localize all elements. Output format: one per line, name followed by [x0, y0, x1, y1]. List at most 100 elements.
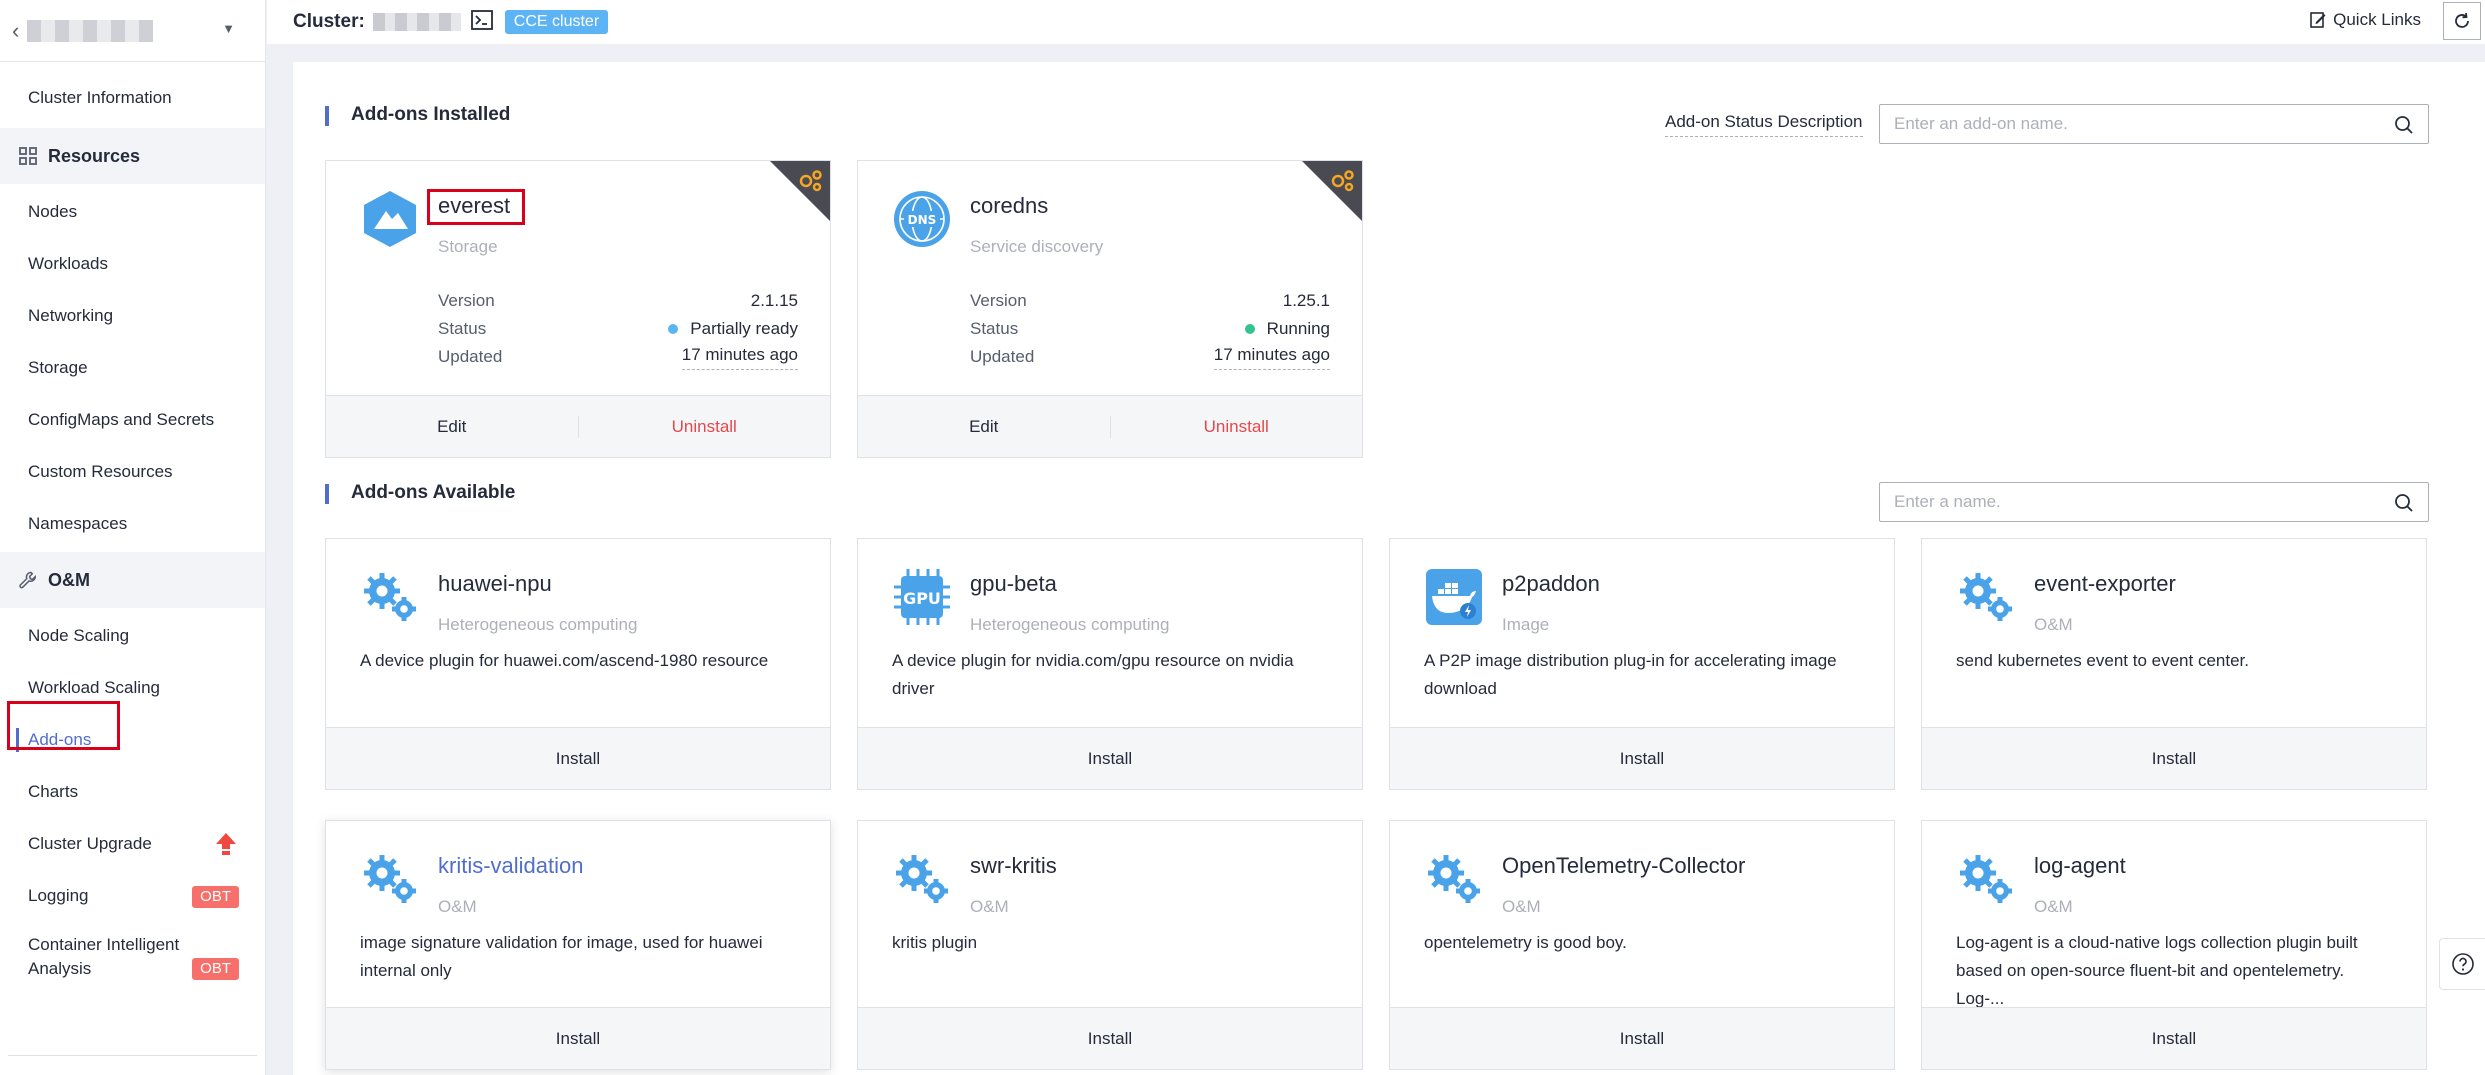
install-button[interactable]: Install — [326, 1029, 830, 1049]
obt-badge: OBT — [192, 886, 239, 908]
available-addon-card-huawei-npu[interactable]: huawei-npu Heterogeneous computing A devic… — [325, 538, 831, 790]
cluster-name-redacted — [27, 19, 154, 42]
addon-category: O&M — [970, 897, 1009, 916]
svg-text:DNS: DNS — [908, 213, 937, 227]
gears-icon — [892, 849, 952, 909]
addon-category: O&M — [2034, 615, 2073, 634]
meta-version-row: Version 1.25.1 — [970, 291, 1330, 310]
addon-category: Heterogeneous computing — [438, 615, 638, 634]
sidebar-group-resources[interactable]: Resources — [0, 128, 265, 184]
install-button[interactable]: Install — [1390, 749, 1894, 769]
chevron-left-icon[interactable]: ‹ — [12, 19, 19, 42]
meta-status-row: Status Running — [970, 319, 1330, 338]
dns-globe-icon: DNS — [892, 189, 952, 249]
addon-name: log-agent — [2034, 853, 2126, 878]
uninstall-button[interactable]: Uninstall — [1111, 417, 1363, 437]
addon-description: A device plugin for nvidia.com/gpu resou… — [892, 651, 1294, 698]
sidebar-group-om[interactable]: O&M — [0, 552, 265, 608]
install-button[interactable]: Install — [1922, 749, 2426, 769]
gears-icon — [1956, 567, 2016, 627]
install-button[interactable]: Install — [1922, 1029, 2426, 1049]
sidebar-item-nodes[interactable]: Nodes — [0, 186, 265, 238]
sidebar-item-networking[interactable]: Networking — [0, 290, 265, 342]
topbar: Cluster: CCE cluster Quick Links — [267, 0, 2485, 44]
meta-version-row: Version 2.1.15 — [438, 291, 798, 310]
edit-note-icon — [2310, 12, 2326, 28]
mountain-storage-icon — [360, 189, 420, 249]
addon-description: image signature validation for image, us… — [360, 933, 763, 980]
search-icon[interactable] — [2394, 493, 2414, 513]
installed-addon-card-everest[interactable]: everest Storage Version 2.1.15 Status Part… — [325, 160, 831, 458]
install-button[interactable]: Install — [1390, 1029, 1894, 1049]
status-dot — [1244, 324, 1255, 334]
addon-category: O&M — [2034, 897, 2073, 916]
install-button[interactable]: Install — [326, 749, 830, 769]
installed-corner-badge — [1302, 161, 1362, 221]
caret-down-icon[interactable]: ▼ — [222, 21, 235, 36]
terminal-icon[interactable] — [470, 9, 493, 35]
gears-icon — [1956, 849, 2016, 909]
sidebar-item-logging[interactable]: Logging OBT — [0, 870, 265, 922]
edit-button[interactable]: Edit — [326, 417, 578, 437]
addon-category: Image — [1502, 615, 1550, 634]
sidebar-item-workload-scaling[interactable]: Workload Scaling — [0, 662, 265, 714]
sidebar-item-charts[interactable]: Charts — [0, 766, 265, 818]
gpu-icon: GPU — [892, 567, 952, 627]
addon-name[interactable]: kritis-validation — [438, 853, 584, 879]
install-button[interactable]: Install — [858, 749, 1362, 769]
addon-name: coredns — [970, 193, 1049, 218]
addon-search-input[interactable]: Enter an add-on name. — [1879, 104, 2429, 144]
addon-status-description-link[interactable]: Add-on Status Description — [1665, 112, 1863, 137]
available-addon-card-log-agent[interactable]: log-agent O&M Log-agent is a cloud-native … — [1921, 820, 2427, 1070]
svg-text:GPU: GPU — [903, 589, 941, 608]
question-icon — [2451, 953, 2474, 975]
installed-corner-badge — [770, 161, 830, 221]
search-icon[interactable] — [2394, 115, 2414, 135]
install-button[interactable]: Install — [858, 1029, 1362, 1049]
addon-category: Storage — [438, 237, 498, 256]
card-actions: Install — [326, 1007, 830, 1069]
addon-name: swr-kritis — [970, 853, 1057, 878]
card-actions: Install — [858, 727, 1362, 789]
card-actions: Install — [1390, 727, 1894, 789]
available-addon-card-event-exporter[interactable]: event-exporter O&M send kubernetes event t… — [1921, 538, 2427, 790]
sidebar-item-workloads[interactable]: Workloads — [0, 238, 265, 290]
available-addon-card-gpu-beta[interactable]: GPU gpu-beta Heterogeneous computing A devi… — [857, 538, 1363, 790]
sidebar-item-namespaces[interactable]: Namespaces — [0, 498, 265, 550]
addon-description: A device plugin for huawei.com/ascend-19… — [360, 651, 769, 670]
sidebar-item-cluster-upgrade[interactable]: Cluster Upgrade — [0, 818, 265, 870]
addon-meta: Version 1.25.1 Status Running Updated 17 mi… — [970, 287, 1330, 371]
sidebar-item-container-analysis[interactable]: Container Intelligent Analysis OBT — [0, 922, 265, 992]
available-addon-card-opentelemetry-collector[interactable]: OpenTelemetry-Collector O&M opentelemetry … — [1389, 820, 1895, 1070]
help-button[interactable] — [2439, 938, 2485, 990]
sidebar-divider — [8, 1055, 257, 1056]
available-addon-card-swr-kritis[interactable]: swr-kritis O&M kritis plugin Install — [857, 820, 1363, 1070]
grid-icon — [18, 146, 38, 166]
gears-icon — [360, 849, 420, 909]
quick-links-button[interactable]: Quick Links — [2309, 10, 2421, 30]
refresh-button[interactable] — [2443, 2, 2481, 40]
installed-addon-card-coredns[interactable]: DNS coredns Service discovery Version 1.2… — [857, 160, 1363, 458]
edit-button[interactable]: Edit — [858, 417, 1110, 437]
sidebar-item-cluster-information[interactable]: Cluster Information — [0, 70, 265, 126]
addons-panel: Add-ons Installed Add-on Status Descript… — [293, 62, 2485, 1075]
sidebar-item-storage[interactable]: Storage — [0, 342, 265, 394]
sidebar-item-addons[interactable]: Add-ons — [0, 714, 265, 766]
addon-description: kritis plugin — [892, 933, 978, 952]
cluster-switcher[interactable]: ‹ ▼ — [0, 0, 265, 62]
sidebar-item-node-scaling[interactable]: Node Scaling — [0, 610, 265, 662]
card-actions: Install — [1922, 1007, 2426, 1069]
meta-updated-row: Updated 17 minutes ago — [970, 343, 1330, 371]
card-actions: Edit Uninstall — [858, 395, 1362, 457]
uninstall-button[interactable]: Uninstall — [579, 417, 831, 437]
available-addon-card-p2paddon[interactable]: p2paddon Image A P2P image distribution pl… — [1389, 538, 1895, 790]
sidebar-item-configmaps[interactable]: ConfigMaps and Secrets — [0, 394, 265, 446]
addon-name: event-exporter — [2034, 571, 2176, 596]
sidebar-item-custom-resources[interactable]: Custom Resources — [0, 446, 265, 498]
available-addon-card-kritis-validation[interactable]: kritis-validation O&M image signature vali… — [325, 820, 831, 1070]
addon-category: Heterogeneous computing — [970, 615, 1170, 634]
obt-badge: OBT — [192, 958, 239, 980]
meta-updated-row: Updated 17 minutes ago — [438, 343, 798, 371]
card-actions: Install — [326, 727, 830, 789]
available-search-input[interactable]: Enter a name. — [1879, 482, 2429, 522]
